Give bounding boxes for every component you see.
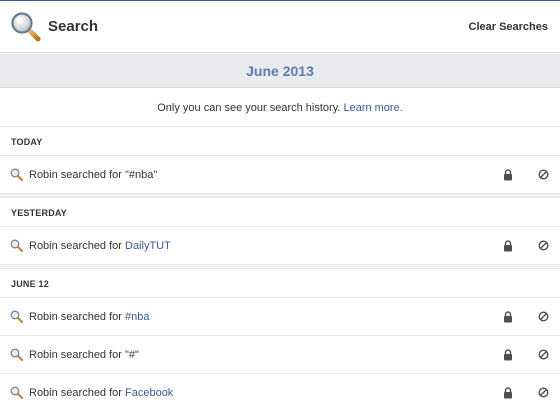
lock-icon: [504, 386, 512, 398]
history-entry[interactable]: Robin searched for "#nba": [0, 156, 560, 194]
entry-prefix: Robin searched for: [29, 348, 125, 361]
magnifier-icon: [10, 168, 23, 181]
entry-text: Robin searched for Facebook: [29, 387, 550, 399]
magnifier-icon: [10, 386, 23, 399]
section-header: YESTERDAY: [0, 199, 560, 227]
remove-icon[interactable]: [538, 387, 549, 398]
entry-prefix: Robin searched for: [29, 168, 125, 181]
section-divider: [0, 194, 560, 198]
history-entry[interactable]: Robin searched for DailyTUT: [0, 227, 560, 265]
entry-text: Robin searched for "#": [29, 349, 550, 361]
learn-more-link[interactable]: Learn more.: [343, 102, 402, 114]
entry-text: Robin searched for "#nba": [29, 169, 550, 181]
lock-icon: [504, 310, 512, 322]
page-header: Search Clear Searches: [0, 1, 560, 53]
section-divider: [0, 265, 560, 269]
lock-icon: [504, 239, 512, 251]
remove-icon[interactable]: [538, 311, 549, 322]
entry-text: Robin searched for DailyTUT: [29, 240, 550, 252]
page-title: Search: [48, 18, 99, 35]
history-entry[interactable]: Robin searched for Facebook: [0, 374, 560, 406]
clear-searches-button[interactable]: Clear Searches: [469, 21, 549, 33]
magnifier-icon: [11, 11, 41, 41]
privacy-text: Only you can see your search history.: [157, 101, 341, 114]
magnifier-icon: [10, 348, 23, 361]
month-band: June 2013: [0, 54, 560, 88]
privacy-notice: Only you can see your search history. Le…: [0, 89, 560, 127]
lock-icon: [504, 348, 512, 360]
remove-icon[interactable]: [538, 349, 549, 360]
history-entry[interactable]: Robin searched for "#": [0, 336, 560, 374]
lock-icon: [504, 168, 512, 180]
entry-prefix: Robin searched for: [29, 239, 125, 252]
remove-icon[interactable]: [538, 169, 549, 180]
magnifier-icon: [10, 239, 23, 252]
entry-query-link[interactable]: Facebook: [125, 387, 173, 399]
history-entry[interactable]: Robin searched for #nba: [0, 298, 560, 336]
entry-query-link[interactable]: #nba: [125, 311, 149, 323]
entry-query-link[interactable]: DailyTUT: [125, 240, 171, 252]
header-title-group: Search: [10, 11, 98, 43]
remove-icon[interactable]: [538, 240, 549, 251]
entry-prefix: Robin searched for: [29, 310, 125, 323]
entry-prefix: Robin searched for: [29, 386, 125, 399]
month-title: June 2013: [246, 62, 314, 79]
entry-query: "#": [125, 348, 139, 361]
section-header: TODAY: [0, 128, 560, 156]
entry-query: "#nba": [125, 168, 158, 181]
entry-text: Robin searched for #nba: [29, 311, 550, 323]
section-header: JUNE 12: [0, 270, 560, 298]
magnifier-icon: [10, 310, 23, 323]
